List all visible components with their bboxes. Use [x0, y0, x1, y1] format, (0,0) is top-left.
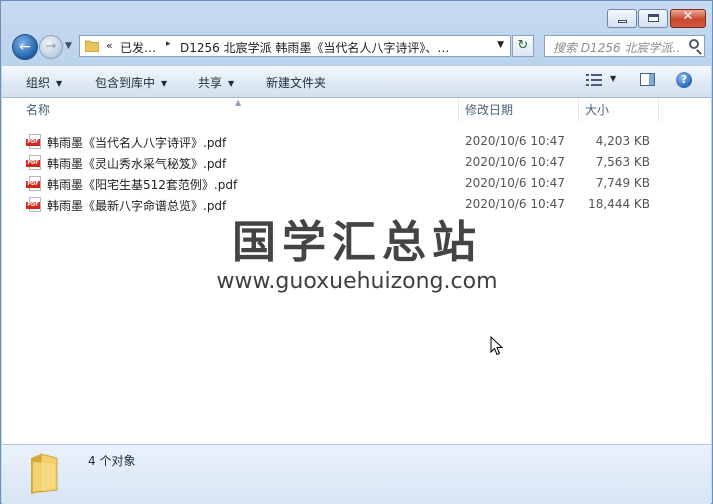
pdf-icon: PDF: [26, 176, 42, 191]
new-folder-button[interactable]: 新建文件夹: [266, 74, 326, 91]
column-header-modified[interactable]: 修改日期: [465, 98, 513, 122]
explorer-window: ✕ ← → ▼ « 已发… ▸ D1256 北宸学派 韩雨墨《当代名人八字诗评》…: [0, 0, 713, 504]
close-icon: ✕: [682, 9, 694, 24]
file-size: 4,203 KB: [595, 134, 650, 148]
column-divider[interactable]: [578, 98, 579, 122]
search-input[interactable]: 搜索 D1256 北宸学派...: [544, 35, 705, 57]
mouse-cursor-icon: [490, 336, 504, 356]
close-button[interactable]: ✕: [670, 9, 706, 28]
file-row[interactable]: PDF 韩雨墨《当代名人八字诗评》.pdf 2020/10/6 10:47 4,…: [2, 131, 702, 152]
file-modified: 2020/10/6 10:47: [465, 155, 565, 169]
sort-ascending-icon: ▲: [235, 98, 242, 107]
help-icon[interactable]: ?: [676, 72, 692, 88]
breadcrumb-item[interactable]: 已发…: [120, 39, 156, 56]
address-bar[interactable]: « 已发… ▸ D1256 北宸学派 韩雨墨《当代名人八字诗评》、… ▼: [79, 35, 511, 57]
address-dropdown-icon[interactable]: ▼: [497, 40, 504, 50]
preview-pane-icon[interactable]: [640, 73, 655, 86]
file-row[interactable]: PDF 韩雨墨《灵山秀水采气秘笈》.pdf 2020/10/6 10:47 7,…: [2, 152, 702, 173]
column-divider[interactable]: [658, 98, 659, 122]
file-list[interactable]: ▲ 名称 修改日期 大小 PDF 韩雨墨《当代名人八字诗评》.pdf 2020/…: [2, 98, 711, 444]
breadcrumb-item[interactable]: D1256 北宸学派 韩雨墨《当代名人八字诗评》、…: [180, 39, 450, 56]
breadcrumb-separator-icon[interactable]: ▸: [166, 39, 171, 49]
details-pane: 4 个对象: [2, 444, 711, 504]
maximize-button[interactable]: [638, 9, 668, 28]
command-bar: 组织 ▼ 包含到库中 ▼ 共享 ▼ 新建文件夹 ▼ ?: [2, 65, 711, 98]
column-header-name[interactable]: 名称: [26, 98, 50, 122]
file-name: 韩雨墨《最新八字命谱总览》.pdf: [47, 199, 227, 213]
file-name: 韩雨墨《当代名人八字诗评》.pdf: [47, 136, 227, 150]
file-name: 韩雨墨《灵山秀水采气秘笈》.pdf: [47, 157, 227, 171]
forward-button[interactable]: →: [39, 35, 63, 59]
back-button[interactable]: ←: [12, 34, 38, 60]
include-in-library-menu[interactable]: 包含到库中 ▼: [95, 74, 167, 91]
breadcrumb-overflow[interactable]: «: [106, 39, 113, 52]
folder-icon: [85, 40, 99, 52]
watermark-title: 国学汇总站: [232, 217, 482, 268]
file-name: 韩雨墨《阳宅生基512套范例》.pdf: [47, 178, 238, 192]
item-count: 4 个对象: [88, 454, 136, 468]
watermark-url: www.guoxuehuizong.com: [216, 269, 498, 294]
folder-icon: [31, 453, 58, 494]
minimize-icon: [618, 20, 627, 23]
column-divider[interactable]: [458, 98, 459, 122]
file-modified: 2020/10/6 10:47: [465, 134, 565, 148]
view-options-icon[interactable]: [586, 74, 602, 86]
view-dropdown-icon[interactable]: ▼: [610, 74, 616, 83]
share-menu[interactable]: 共享 ▼: [198, 74, 234, 91]
maximize-icon: [648, 14, 659, 22]
organize-menu[interactable]: 组织 ▼: [26, 74, 62, 91]
recent-pages-dropdown[interactable]: ▼: [65, 41, 72, 51]
refresh-button[interactable]: ↻: [512, 35, 534, 57]
search-icon[interactable]: [689, 39, 699, 49]
minimize-button[interactable]: [607, 9, 637, 28]
file-modified: 2020/10/6 10:47: [465, 176, 565, 190]
pdf-icon: PDF: [26, 155, 42, 170]
file-row[interactable]: PDF 韩雨墨《阳宅生基512套范例》.pdf 2020/10/6 10:47 …: [2, 173, 702, 194]
search-placeholder: 搜索 D1256 北宸学派...: [553, 41, 681, 55]
file-size: 18,444 KB: [588, 197, 650, 211]
column-header-size[interactable]: 大小: [585, 98, 609, 122]
pdf-icon: PDF: [26, 134, 42, 149]
file-size: 7,749 KB: [595, 176, 650, 190]
file-size: 7,563 KB: [595, 155, 650, 169]
pdf-icon: PDF: [26, 197, 42, 212]
